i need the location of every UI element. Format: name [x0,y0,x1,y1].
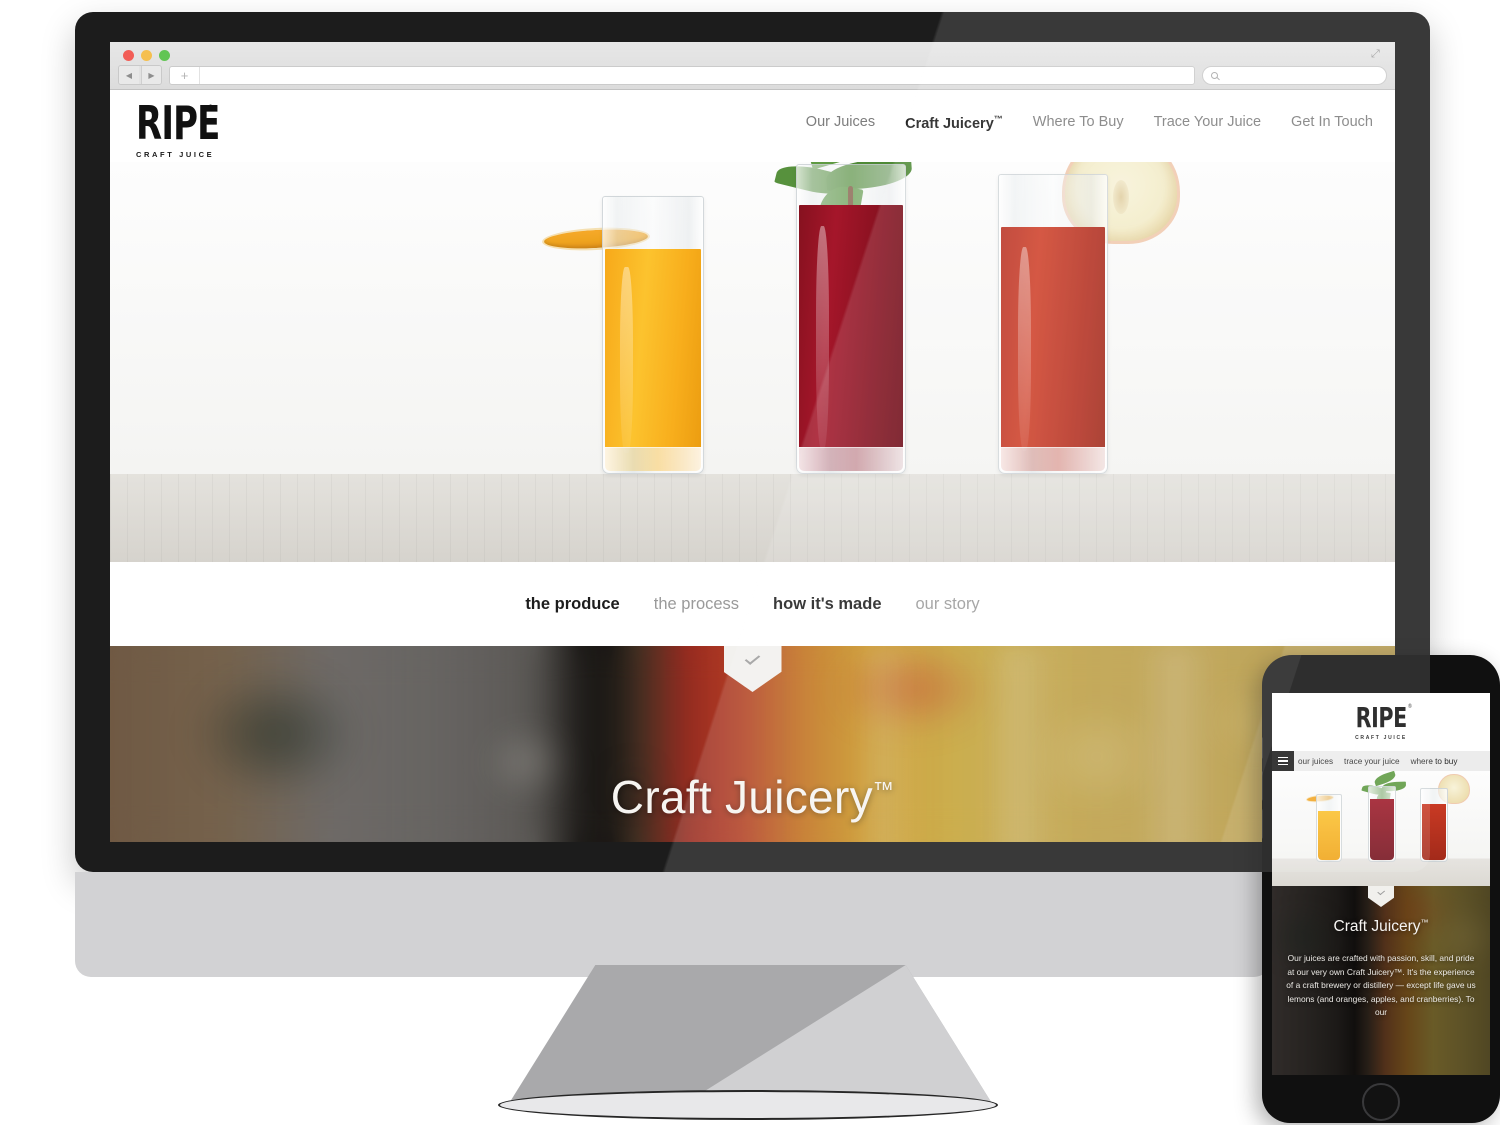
cranberry-juice-fill [1001,227,1105,471]
window-traffic-lights[interactable] [123,50,170,61]
juice-glass-cranberry [1420,788,1448,862]
site-logo[interactable]: RIPE ® CRAFT JUICE [136,100,222,159]
juice-glass-beet [1368,786,1396,862]
mobile-logo-tagline: CRAFT JUICE [1355,734,1407,741]
juice-glass-orange [1316,794,1342,862]
beet-juice-fill [799,205,903,471]
new-tab-button[interactable]: + [170,66,200,84]
subnav-item-how-its-made[interactable]: how it's made [773,595,881,614]
mobile-band-heading: Craft Juicery™ [1272,918,1490,936]
product-mockup-scene: ⤢ ◀ ▶ + RIPE ® CRAFT JUICE Our Juices Cr… [0,0,1500,1125]
mobile-craft-juicery-band: Craft Juicery™ Our juices are crafted wi… [1272,886,1490,1075]
mobile-logo-text: RIPE [1355,700,1407,734]
glass-base [1000,447,1106,473]
mobile-band-body-text: Our juices are crafted with passion, ski… [1286,953,1476,1018]
hamburger-bar [1278,756,1288,759]
subnav-item-the-produce[interactable]: the produce [525,595,619,614]
hero-product-photo [110,162,1395,562]
phone-volume-down-button[interactable] [1262,809,1263,839]
nav-item-get-in-touch[interactable]: Get In Touch [1291,114,1373,132]
mobile-nav-item-trace-your-juice[interactable]: trace your juice [1344,757,1400,766]
orange-juice-fill [1318,811,1340,860]
mobile-hero-photo [1272,771,1490,886]
hamburger-bar [1278,763,1288,766]
logo-registered-icon: ® [207,104,214,114]
wood-counter-surface [110,474,1395,562]
logo-registered-icon: ® [1407,702,1412,710]
logo-tagline: CRAFT JUICE [136,149,215,159]
browser-chrome: ⤢ ◀ ▶ + [110,42,1395,90]
beet-juice-fill [1370,799,1394,860]
cranberry-juice-fill [1422,804,1446,860]
browser-toolbar: ◀ ▶ + [118,65,1387,85]
trademark-icon: ™ [993,114,1003,124]
mobile-band-heading-text: Craft Juicery [1333,918,1421,936]
browser-window: ⤢ ◀ ▶ + RIPE ® CRAFT JUICE Our Juices Cr… [110,42,1395,842]
monitor-stand-base [498,1090,998,1120]
mobile-logo[interactable]: RIPE ® CRAFT JUICE [1272,693,1490,751]
subnav-item-the-process[interactable]: the process [654,595,739,614]
tab-strip[interactable]: + [169,65,1195,85]
section-subnavigation: the produce the process how it's made ou… [110,562,1395,646]
search-icon [1211,71,1218,79]
juice-glass-orange [602,196,704,474]
maximize-button[interactable] [159,50,170,61]
nav-item-craft-juicery[interactable]: Craft Juicery™ [905,114,1003,132]
mobile-logo-wordmark: RIPE ® [1355,700,1412,734]
mobile-phone: RIPE ® CRAFT JUICE our juices trace your … [1262,655,1500,1123]
hamburger-bar [1278,760,1288,762]
minimize-button[interactable] [141,50,152,61]
nav-item-craft-juicery-label: Craft Juicery [905,115,994,132]
orange-juice-fill [605,249,701,471]
mobile-screen: RIPE ® CRAFT JUICE our juices trace your … [1272,693,1490,1075]
forward-icon[interactable]: ▶ [141,66,161,84]
mobile-navigation: our juices trace your juice where to buy [1272,751,1490,771]
logo-wordmark: RIPE ® [136,100,220,146]
monitor-chin [75,872,1270,977]
phone-silent-switch[interactable] [1262,737,1263,759]
site-header: RIPE ® CRAFT JUICE Our Juices Craft Juice… [110,90,1395,162]
browser-search-field[interactable] [1202,65,1387,85]
mobile-nav-item-our-juices[interactable]: our juices [1298,757,1333,766]
desktop-monitor: ⤢ ◀ ▶ + RIPE ® CRAFT JUICE Our Juices Cr… [75,12,1430,872]
fullscreen-icon[interactable]: ⤢ [1371,48,1383,60]
back-icon[interactable]: ◀ [119,66,139,84]
search-input[interactable] [1222,70,1386,80]
apple-core [1113,179,1129,214]
subnav-item-our-story[interactable]: our story [916,595,980,614]
glass-base [604,447,702,473]
chevron-down-icon [1377,888,1385,895]
monitor-stand [508,965,993,1105]
phone-volume-up-button[interactable] [1262,771,1263,801]
nav-buttons: ◀ ▶ [118,65,162,85]
hamburger-icon[interactable] [1272,751,1294,771]
chevron-down-icon [744,652,761,665]
glass-base [798,447,904,473]
nav-item-our-juices[interactable]: Our Juices [806,114,875,132]
nav-item-trace-your-juice[interactable]: Trace Your Juice [1154,114,1261,132]
mobile-nav-item-where-to-buy[interactable]: where to buy [1411,757,1458,766]
nav-item-where-to-buy[interactable]: Where To Buy [1033,114,1124,132]
close-button[interactable] [123,50,134,61]
phone-home-button[interactable] [1362,1083,1400,1121]
craft-juicery-band: Craft Juicery™ [110,646,1395,842]
juice-glass-cranberry [998,174,1108,474]
juice-glass-beet [796,164,906,474]
trademark-icon: ™ [1420,918,1429,927]
main-navigation: Our Juices Craft Juicery™ Where To Buy T… [806,104,1373,132]
